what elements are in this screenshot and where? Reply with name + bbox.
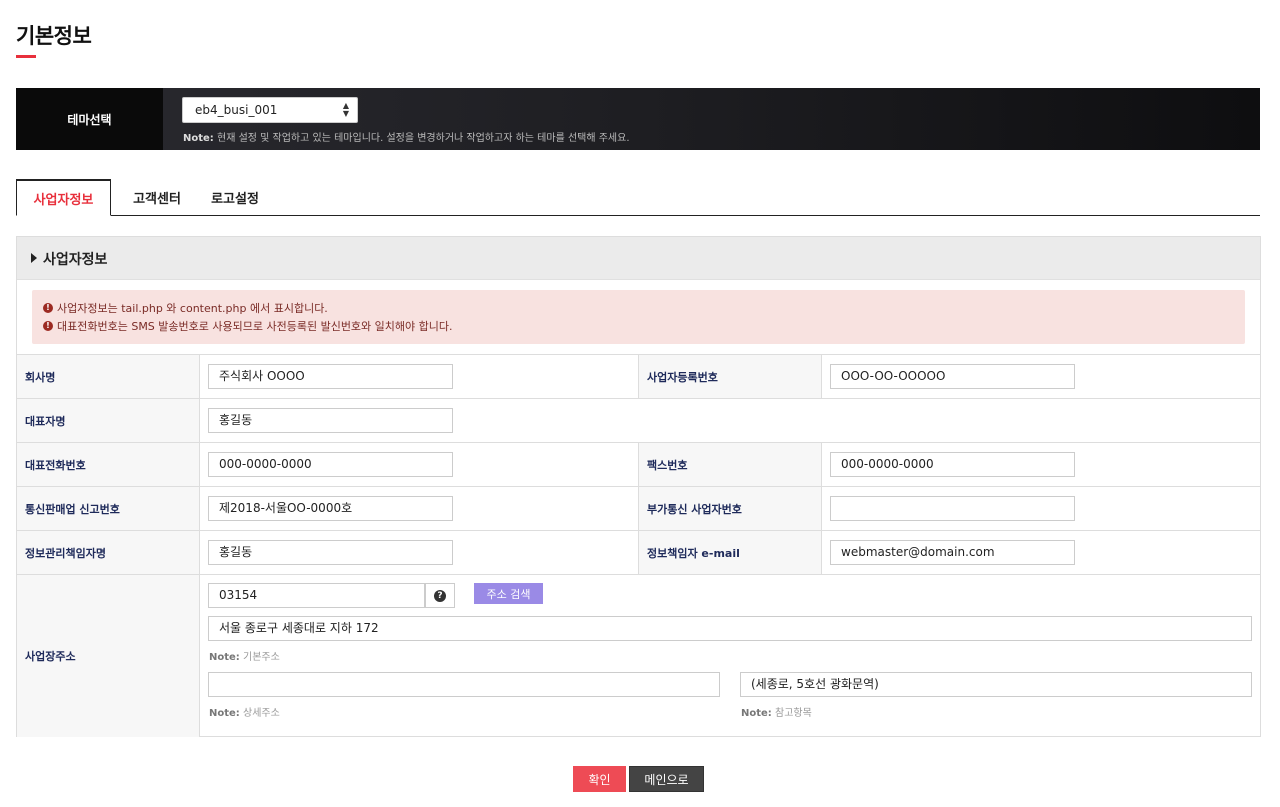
detail-address-input[interactable] bbox=[208, 672, 720, 697]
question-icon: ? bbox=[434, 589, 446, 602]
tab-bar: 사업자정보 고객센터 로고설정 bbox=[16, 179, 1260, 216]
zipcode-help-button[interactable]: ? bbox=[425, 583, 455, 608]
exclamation-icon: ! bbox=[43, 303, 53, 313]
form-row: 통신판매업 신고번호 제2018-서울OO-0000호 부가통신 사업자번호 bbox=[17, 487, 1260, 531]
extra-address-note: Note: 참고항목 bbox=[741, 704, 812, 719]
theme-select-value: eb4_busi_001 bbox=[195, 103, 278, 117]
form-row: 대표자명 홍길동 bbox=[17, 399, 1260, 443]
panel-title: 사업자정보 bbox=[43, 252, 108, 268]
vas-no-input[interactable] bbox=[830, 496, 1075, 521]
privacy-officer-input[interactable]: 홍길동 bbox=[208, 540, 453, 565]
ceo-name-input[interactable]: 홍길동 bbox=[208, 408, 453, 433]
fax-label: 팩스번호 bbox=[638, 443, 822, 486]
alert-line: ! 사업자정보는 tail.php 와 content.php 에서 표시합니다… bbox=[43, 300, 328, 316]
tab-business-info[interactable]: 사업자정보 bbox=[16, 179, 111, 216]
tab-logo-settings[interactable]: 로고설정 bbox=[201, 179, 269, 216]
alert-line: ! 대표전화번호는 SMS 발송번호로 사용되므로 사전등록된 발신번호와 일치… bbox=[43, 318, 453, 334]
alert-box: ! 사업자정보는 tail.php 와 content.php 에서 표시합니다… bbox=[32, 290, 1245, 344]
note-text: 참고항목 bbox=[775, 708, 812, 719]
confirm-button[interactable]: 확인 bbox=[573, 766, 626, 792]
biz-reg-no-label: 사업자등록번호 bbox=[638, 355, 822, 398]
main-page-button[interactable]: 메인으로 bbox=[629, 766, 704, 792]
privacy-officer-label: 정보관리책임자명 bbox=[17, 531, 200, 574]
alert-text: 대표전화번호는 SMS 발송번호로 사용되므로 사전등록된 발신번호와 일치해야… bbox=[57, 320, 453, 333]
form-row: 대표전화번호 000-0000-0000 팩스번호 000-0000-0000 bbox=[17, 443, 1260, 487]
note-text: 상세주소 bbox=[243, 708, 280, 719]
company-name-label: 회사명 bbox=[17, 355, 200, 398]
title-underline bbox=[16, 55, 36, 58]
extra-address-input[interactable]: (세종로, 5호선 광화문역) bbox=[740, 672, 1252, 697]
address-search-button[interactable]: 주소 검색 bbox=[474, 583, 543, 604]
biz-reg-no-input[interactable]: OOO-OO-OOOOO bbox=[830, 364, 1075, 389]
form-row: 회사명 주식회사 OOOO 사업자등록번호 OOO-OO-OOOOO bbox=[17, 355, 1260, 399]
phone-input[interactable]: 000-0000-0000 bbox=[208, 452, 453, 477]
caret-right-icon bbox=[31, 253, 37, 263]
panel-header: 사업자정보 bbox=[17, 237, 1260, 280]
business-info-panel: 사업자정보 ! 사업자정보는 tail.php 와 content.php 에서… bbox=[16, 236, 1261, 737]
address-row: 사업장주소 03154 ? 주소 검색 서울 종로구 세종대로 지하 172 N… bbox=[17, 575, 1260, 737]
note-prefix: Note: bbox=[741, 708, 772, 719]
theme-note-prefix: Note: bbox=[183, 133, 214, 144]
ecommerce-no-input[interactable]: 제2018-서울OO-0000호 bbox=[208, 496, 453, 521]
form-row: 정보관리책임자명 홍길동 정보책임자 e-mail webmaster@doma… bbox=[17, 531, 1260, 575]
vas-no-label: 부가통신 사업자번호 bbox=[638, 487, 822, 530]
theme-note: Note: 현재 설정 및 작업하고 있는 테마입니다. 설정을 변경하거나 작… bbox=[183, 129, 630, 144]
fax-input[interactable]: 000-0000-0000 bbox=[830, 452, 1075, 477]
ecommerce-no-label: 통신판매업 신고번호 bbox=[17, 487, 200, 530]
address-label: 사업장주소 bbox=[17, 575, 200, 737]
base-address-input[interactable]: 서울 종로구 세종대로 지하 172 bbox=[208, 616, 1252, 641]
theme-note-text: 현재 설정 및 작업하고 있는 테마입니다. 설정을 변경하거나 작업하고자 하… bbox=[217, 133, 630, 144]
privacy-email-label: 정보책임자 e-mail bbox=[638, 531, 822, 574]
alert-text: 사업자정보는 tail.php 와 content.php 에서 표시합니다. bbox=[57, 302, 328, 315]
note-text: 기본주소 bbox=[243, 652, 280, 663]
theme-label: 테마선택 bbox=[16, 88, 163, 150]
exclamation-icon: ! bbox=[43, 321, 53, 331]
page-title: 기본정보 bbox=[16, 24, 92, 48]
zipcode-input[interactable]: 03154 bbox=[208, 583, 425, 608]
theme-select[interactable]: eb4_busi_001 ▲ ▼ bbox=[182, 97, 358, 123]
theme-bar: 테마선택 eb4_busi_001 ▲ ▼ Note: 현재 설정 및 작업하고 … bbox=[16, 88, 1260, 150]
select-arrows-icon: ▲ ▼ bbox=[342, 101, 349, 118]
note-prefix: Note: bbox=[209, 708, 240, 719]
company-name-input[interactable]: 주식회사 OOOO bbox=[208, 364, 453, 389]
detail-address-note: Note: 상세주소 bbox=[209, 704, 280, 719]
base-address-note: Note: 기본주소 bbox=[209, 648, 280, 663]
note-prefix: Note: bbox=[209, 652, 240, 663]
form-table: 회사명 주식회사 OOOO 사업자등록번호 OOO-OO-OOOOO 대표자명 … bbox=[17, 354, 1260, 737]
ceo-name-label: 대표자명 bbox=[17, 399, 200, 442]
privacy-email-input[interactable]: webmaster@domain.com bbox=[830, 540, 1075, 565]
tab-customer-center[interactable]: 고객센터 bbox=[119, 179, 195, 216]
phone-label: 대표전화번호 bbox=[17, 443, 200, 486]
